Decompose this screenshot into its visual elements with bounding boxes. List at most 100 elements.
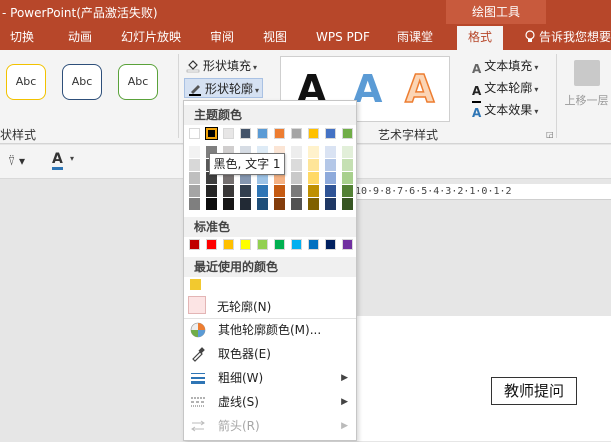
wordart-sample-orange[interactable]: A <box>404 66 435 112</box>
standard-color-swatch[interactable] <box>325 239 336 250</box>
standard-color-swatch[interactable] <box>291 239 302 250</box>
theme-shade-swatch[interactable] <box>206 185 217 197</box>
theme-color-swatch[interactable] <box>308 128 319 139</box>
theme-shade-swatch[interactable] <box>325 146 336 158</box>
theme-shade-swatch[interactable] <box>308 185 319 197</box>
theme-shade-swatch[interactable] <box>257 185 268 197</box>
theme-shade-swatch[interactable] <box>223 185 234 197</box>
theme-color-swatch[interactable] <box>240 128 251 139</box>
theme-color-swatch[interactable] <box>342 128 353 139</box>
theme-shade-swatch[interactable] <box>189 159 200 171</box>
theme-color-swatch[interactable] <box>325 128 336 139</box>
theme-shade-swatch[interactable] <box>342 198 353 210</box>
theme-shade-swatch[interactable] <box>291 185 302 197</box>
standard-color-swatch[interactable] <box>206 239 217 250</box>
shape-outline-button[interactable]: 形状轮廓 ▾ <box>184 78 264 98</box>
theme-shade-swatch[interactable] <box>308 146 319 158</box>
dashes-item[interactable]: 虚线(S) ▶ <box>184 390 356 414</box>
tab-animations[interactable]: 动画 <box>68 24 92 50</box>
no-outline-icon <box>188 296 206 314</box>
shape-style-green[interactable]: Abc <box>118 64 158 100</box>
tell-me-search[interactable]: 告诉我您想要 <box>524 24 611 50</box>
slide-textbox[interactable]: 教师提问 <box>491 377 577 405</box>
theme-shade-swatch[interactable] <box>274 198 285 210</box>
theme-shade-swatch[interactable] <box>206 198 217 210</box>
arrows-item[interactable]: 箭头(R) ▶ <box>184 414 356 438</box>
theme-shade-swatch[interactable] <box>342 172 353 184</box>
tab-slideshow[interactable]: 幻灯片放映 <box>121 24 181 50</box>
theme-shade-swatch[interactable] <box>342 146 353 158</box>
theme-shade-swatch[interactable] <box>240 185 251 197</box>
theme-shade-swatch[interactable] <box>189 172 200 184</box>
no-outline-menu-item[interactable]: 无轮廓(N) <box>217 298 271 315</box>
tab-format[interactable]: 格式 <box>457 26 503 50</box>
theme-shade-swatch[interactable] <box>325 159 336 171</box>
theme-shade-swatch[interactable] <box>342 185 353 197</box>
standard-color-swatch[interactable] <box>189 239 200 250</box>
text-fill-button[interactable]: A 文本填充 ▾ <box>472 56 538 76</box>
tab-review[interactable]: 审阅 <box>210 24 234 50</box>
theme-shade-swatch[interactable] <box>308 159 319 171</box>
theme-shade-swatch[interactable] <box>189 185 200 197</box>
theme-shade-swatch[interactable] <box>257 198 268 210</box>
theme-shade-swatch[interactable] <box>240 198 251 210</box>
standard-color-swatch[interactable] <box>274 239 285 250</box>
theme-colors-header: 主题颜色 <box>184 105 356 125</box>
eyedropper-item[interactable]: 取色器(E) <box>184 342 356 366</box>
text-outline-button[interactable]: A 文本轮廓 ▾ <box>472 78 538 103</box>
standard-color-swatch[interactable] <box>257 239 268 250</box>
theme-shade-swatch[interactable] <box>325 185 336 197</box>
standard-color-swatch[interactable] <box>342 239 353 250</box>
theme-shade-swatch[interactable] <box>291 146 302 158</box>
dropdown-arrow-icon[interactable]: ▾ <box>70 154 74 163</box>
eyedropper-icon <box>190 346 206 362</box>
theme-shade-swatch[interactable] <box>291 172 302 184</box>
tab-transitions[interactable]: 切换 <box>10 24 34 50</box>
theme-color-swatch[interactable] <box>189 128 200 139</box>
theme-shade-swatch[interactable] <box>291 198 302 210</box>
weight-item[interactable]: 粗细(W) ▶ <box>184 366 356 390</box>
paint-bucket-icon <box>186 59 200 79</box>
bring-forward-button[interactable]: 上移一层 <box>562 56 611 122</box>
shape-fill-button[interactable]: 形状填充 ▾ <box>186 56 257 76</box>
shape-style-yellow[interactable]: Abc <box>6 64 46 100</box>
standard-color-swatch[interactable] <box>240 239 251 250</box>
font-color-icon[interactable]: A <box>52 151 63 170</box>
shape-fill-label: 形状填充 <box>203 59 252 73</box>
format-painter-icon[interactable]: ⍢ ▾ <box>8 154 25 169</box>
recent-color-swatch[interactable] <box>190 279 201 290</box>
theme-shade-swatch[interactable] <box>308 172 319 184</box>
theme-shade-swatch[interactable] <box>325 172 336 184</box>
submenu-arrow-icon: ▶ <box>341 397 348 407</box>
theme-shade-swatch[interactable] <box>189 146 200 158</box>
theme-color-swatch[interactable] <box>205 127 218 140</box>
theme-shade-swatch[interactable] <box>325 198 336 210</box>
shape-outline-label: 形状轮廓 <box>205 82 254 96</box>
dropdown-arrow-icon: ▾ <box>534 107 539 116</box>
dialog-launcher-icon[interactable]: ◲ <box>546 130 554 139</box>
text-effects-button[interactable]: A 文本效果 ▾ <box>472 100 538 120</box>
arrow-style-icon <box>190 418 206 434</box>
tab-wps-pdf[interactable]: WPS PDF <box>316 24 370 50</box>
wordart-sample-blue[interactable]: A <box>353 67 382 111</box>
title-bar: - PowerPoint(产品激活失败) 绘图工具 <box>0 0 611 24</box>
eyedropper-label: 取色器(E) <box>218 347 271 361</box>
standard-color-swatch[interactable] <box>223 239 234 250</box>
theme-color-swatch[interactable] <box>257 128 268 139</box>
theme-shade-swatch[interactable] <box>189 198 200 210</box>
theme-shade-swatch[interactable] <box>223 198 234 210</box>
standard-color-swatch[interactable] <box>308 239 319 250</box>
theme-color-swatch[interactable] <box>291 128 302 139</box>
shape-style-blue[interactable]: Abc <box>62 64 102 100</box>
theme-shade-swatch[interactable] <box>342 159 353 171</box>
theme-color-swatch[interactable] <box>223 128 234 139</box>
theme-shade-swatch[interactable] <box>291 159 302 171</box>
theme-shade-swatch[interactable] <box>274 185 285 197</box>
tab-rain-classroom[interactable]: 雨课堂 <box>397 24 433 50</box>
theme-shade-swatch[interactable] <box>308 198 319 210</box>
weight-label: 粗细(W) <box>218 371 264 385</box>
text-outline-label: 文本轮廓 <box>484 81 533 95</box>
theme-color-swatch[interactable] <box>274 128 285 139</box>
tab-view[interactable]: 视图 <box>263 24 287 50</box>
more-outline-colors-item[interactable]: 其他轮廓颜色(M)... <box>184 318 356 342</box>
